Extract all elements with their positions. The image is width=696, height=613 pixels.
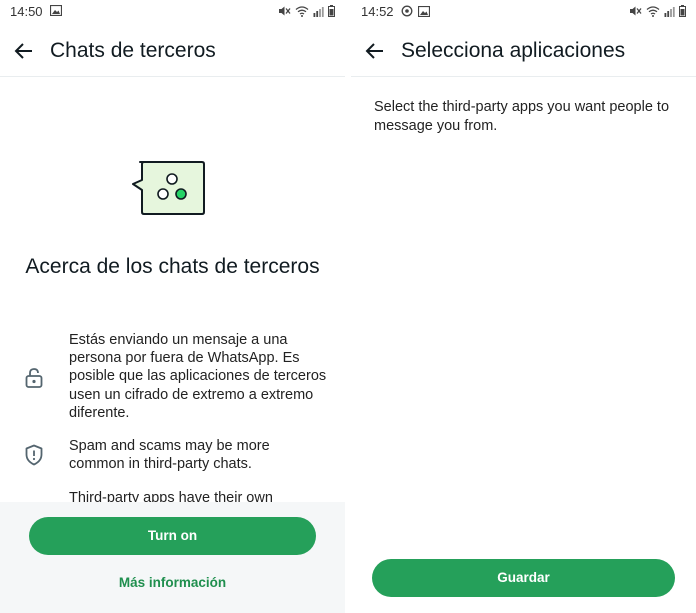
- status-time: 14:52: [361, 4, 394, 19]
- back-arrow-icon[interactable]: [12, 39, 36, 63]
- status-bar: 14:52: [351, 0, 696, 24]
- battery-icon: [679, 5, 686, 17]
- status-left-icons: [50, 5, 62, 16]
- status-left-icons: [401, 5, 430, 17]
- info-text-spam: Spam and scams may be more common in thi…: [69, 438, 270, 473]
- app-bar: Chats de terceros: [0, 26, 345, 77]
- status-time: 14:50: [10, 4, 43, 19]
- mute-icon: [279, 6, 291, 16]
- battery-icon: [328, 5, 335, 17]
- gallery-notification-icon: [50, 5, 62, 16]
- bottom-actions: Turn on Más información: [0, 502, 345, 613]
- app-bar: Selecciona aplicaciones: [351, 26, 696, 77]
- chats-de-terceros-screen: 14:50 Chats de terceros Acerca de los ch…: [0, 0, 345, 613]
- about-heading: Acerca de los chats de terceros: [25, 255, 320, 278]
- back-arrow-icon[interactable]: [363, 39, 387, 63]
- wifi-icon: [646, 5, 660, 17]
- status-right-icons: [278, 5, 335, 17]
- third-party-chat-illustration-icon: [132, 161, 205, 215]
- mute-icon: [630, 6, 642, 16]
- lock-icon: [25, 368, 43, 388]
- page-title: Chats de terceros: [50, 39, 216, 62]
- turn-on-button[interactable]: Turn on: [29, 517, 316, 555]
- wifi-icon: [295, 5, 309, 17]
- signal-icon: [664, 6, 675, 17]
- select-apps-description: Select the third-party apps you want peo…: [374, 99, 670, 134]
- page-title: Selecciona aplicaciones: [401, 39, 626, 62]
- sync-notification-icon: [401, 5, 413, 17]
- gallery-notification-icon: [418, 5, 430, 17]
- info-text-encryption: Estás enviando un mensaje a una persona …: [69, 332, 327, 421]
- selecciona-aplicaciones-screen: 14:52 Selecciona aplicaciones Select the…: [351, 0, 696, 613]
- status-right-icons: [629, 5, 686, 17]
- guardar-button[interactable]: Guardar: [372, 559, 675, 597]
- status-bar: 14:50: [0, 0, 345, 24]
- more-info-link[interactable]: Más información: [0, 575, 345, 590]
- shield-alert-icon: [25, 444, 43, 466]
- signal-icon: [313, 6, 324, 17]
